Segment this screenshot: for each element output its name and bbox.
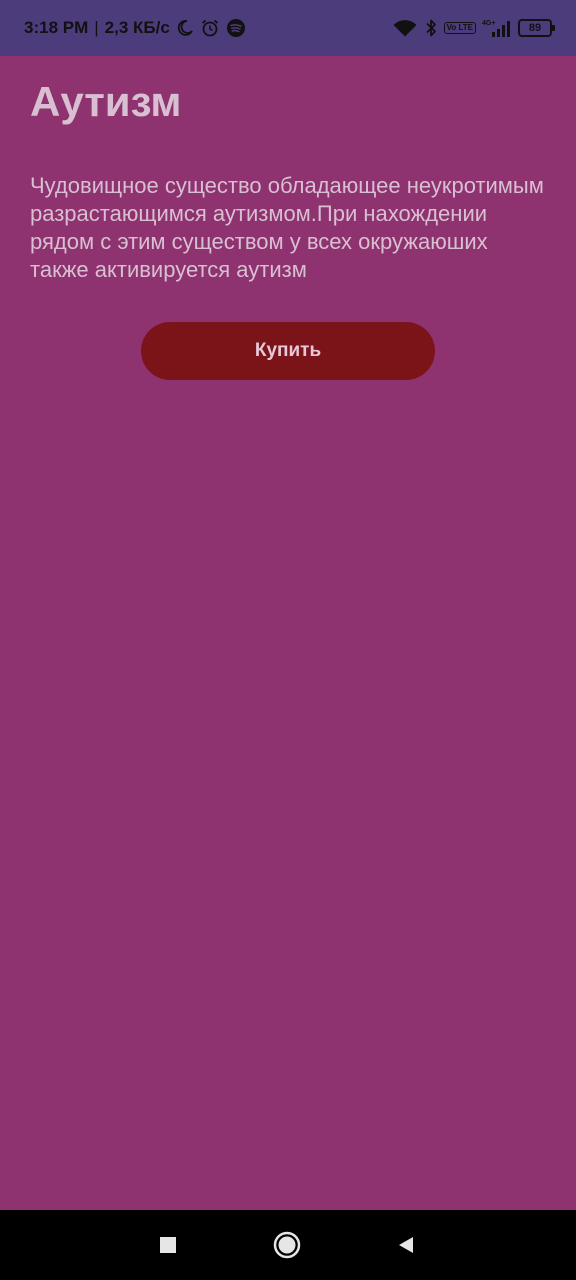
alarm-icon: [200, 18, 220, 38]
recents-square-icon[interactable]: [153, 1230, 183, 1260]
item-description: Чудовищное существо обладающее неукротим…: [30, 173, 544, 282]
status-separator: |: [94, 18, 99, 37]
status-network-speed: 2,3 КБ/с: [104, 18, 170, 37]
home-circle-icon[interactable]: [272, 1230, 302, 1260]
status-left: 3:18 PM | 2,3 КБ/с: [24, 18, 246, 38]
buy-button[interactable]: Купить: [141, 322, 435, 380]
signal-icon: 4G+: [482, 18, 512, 38]
battery-icon: 89: [518, 19, 555, 37]
bluetooth-icon: [424, 18, 438, 38]
navigation-bar: [0, 1210, 576, 1280]
back-triangle-icon[interactable]: [391, 1230, 421, 1260]
item-detail: Аутизм Чудовищное существо обладающее не…: [30, 56, 546, 284]
status-bar: 3:18 PM | 2,3 КБ/с Vo LTE 4G+ 89: [0, 0, 576, 56]
status-right: Vo LTE 4G+ 89: [392, 18, 555, 38]
item-title: Аутизм: [30, 78, 182, 125]
wifi-icon: [392, 19, 418, 37]
moon-icon: [176, 19, 194, 37]
volte-icon: Vo LTE: [443, 22, 476, 34]
network-type-label: 4G+: [482, 20, 495, 27]
spotify-icon: [226, 18, 246, 38]
status-time: 3:18 PM: [24, 18, 89, 37]
